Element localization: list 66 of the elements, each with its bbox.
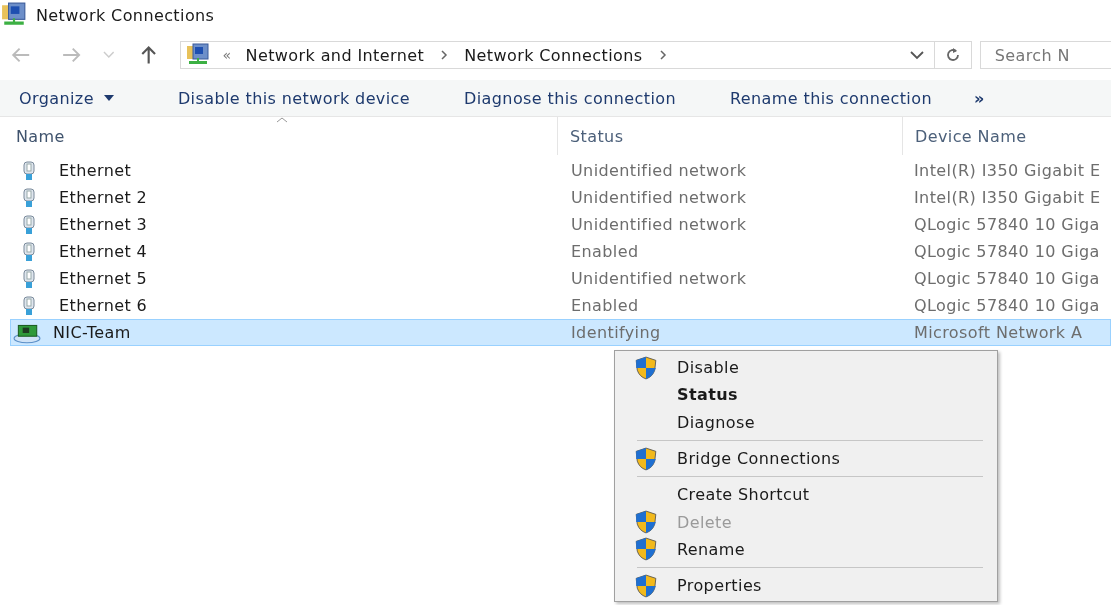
caret-icon [103,95,114,101]
search-field[interactable]: Search N [979,41,1111,69]
device-name: QLogic 57840 10 Giga [914,269,1100,288]
connection-name: Ethernet 6 [59,296,148,315]
ethernet-plug-icon [21,160,37,181]
overflow-chevrons[interactable]: « [222,47,232,63]
ethernet-plug-icon [21,187,37,208]
connection-row[interactable]: Ethernet 4 Enabled QLogic 57840 10 Giga [10,238,1111,265]
menu-item[interactable]: Bridge Connections [615,444,997,473]
organize-menu-button[interactable]: Organize [19,88,114,108]
connection-name: Ethernet [59,161,132,180]
address-bar[interactable]: « Network and Internet Network Connections [179,41,972,69]
breadcrumb-chevron-icon[interactable] [440,49,449,61]
window-title: Network Connections [36,5,215,25]
dropdown-chevron-icon[interactable] [909,50,924,60]
connection-name: Ethernet 4 [59,242,148,261]
toolbar-command[interactable]: Diagnose this connection [464,88,676,108]
connection-row[interactable]: Ethernet 6 Enabled QLogic 57840 10 Giga [10,292,1111,319]
connection-row[interactable]: Ethernet Unidentified network Intel(R) I350 Gigabit E [10,157,1111,184]
device-name: QLogic 57840 10 Giga [914,296,1100,315]
menu-item[interactable]: Status [615,381,997,409]
column-header[interactable]: Status [558,117,903,155]
connection-status: Unidentified network [571,269,747,288]
shield-icon [633,573,659,598]
breadcrumb-chevron-icon[interactable] [658,49,667,61]
device-name: Intel(R) I350 Gigabit E [914,161,1101,180]
menu-item[interactable]: Disable [615,354,997,382]
toolbar-command[interactable]: Rename this connection [730,88,932,108]
connection-row[interactable]: Ethernet 2 Unidentified network Intel(R) I350 Gigabit E [10,184,1111,211]
menu-item[interactable]: Rename [615,535,997,564]
device-name: QLogic 57840 10 Giga [914,242,1100,261]
shield-icon [633,510,659,535]
connection-status: Enabled [571,296,639,315]
ethernet-plug-icon [21,295,37,316]
connection-status: Unidentified network [571,215,747,234]
connection-status: Unidentified network [571,188,747,207]
connection-row[interactable]: Ethernet 5 Unidentified network QLogic 57840 10 Giga [10,265,1111,292]
column-header[interactable]: Device Name [903,117,1111,155]
device-name: Intel(R) I350 Gigabit E [914,188,1101,207]
connection-name: Ethernet 2 [59,188,148,207]
connection-status: Unidentified network [571,161,747,180]
shield-icon [633,537,659,562]
breadcrumb-item[interactable]: Network Connections [464,45,643,65]
shield-icon [633,355,659,380]
device-name: Microsoft Network A [914,323,1083,342]
connection-name: NIC-Team [53,323,131,342]
more-commands-button[interactable]: » [973,88,985,108]
menu-item[interactable]: Properties [615,572,997,600]
network-folder-icon [0,2,28,28]
breadcrumb-item[interactable]: Network and Internet [245,45,425,65]
network-folder-icon [184,43,211,67]
menu-item[interactable]: Diagnose [615,408,997,436]
ethernet-plug-icon [21,214,37,235]
menu-item[interactable]: Create Shortcut [615,481,997,509]
toolbar-command[interactable]: Disable this network device [177,88,411,108]
connection-status: Identifying [571,323,661,342]
ethernet-plug-icon [21,241,37,262]
connection-row[interactable]: NIC-Team Identifying Microsoft Network A [10,319,1111,346]
connection-status: Enabled [571,242,639,261]
shield-icon [633,446,659,471]
ethernet-plug-icon [21,268,37,289]
connection-name: Ethernet 5 [59,269,148,288]
connection-name: Ethernet 3 [59,215,148,234]
connection-row[interactable]: Ethernet 3 Unidentified network QLogic 57840 10 Giga [10,211,1111,238]
column-header[interactable]: Name [0,117,558,155]
device-name: QLogic 57840 10 Giga [914,215,1100,234]
